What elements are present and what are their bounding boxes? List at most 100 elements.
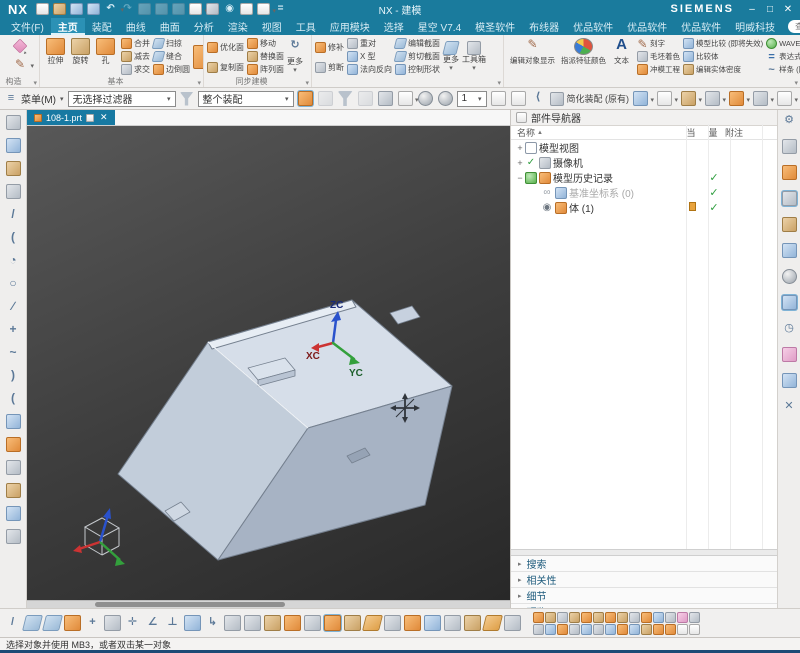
- group-dialog-caret[interactable]: ▾: [33, 79, 37, 87]
- scrollbar-thumb[interactable]: [95, 602, 285, 607]
- ribbon-tab[interactable]: 工具: [289, 18, 323, 35]
- command-eye-icon[interactable]: ◉: [223, 3, 236, 15]
- sketch-curve-icon[interactable]: [13, 58, 27, 72]
- sphere-a-icon[interactable]: [418, 91, 433, 106]
- ribbon-tab[interactable]: 主页: [51, 18, 85, 35]
- optimize-face-button[interactable]: 优化面: [207, 42, 244, 53]
- arc-icon[interactable]: (: [6, 230, 21, 245]
- ribbon-tab[interactable]: 布线器: [522, 18, 566, 35]
- expand-toggle[interactable]: +: [515, 143, 525, 153]
- tree-row[interactable]: 基准坐标系 (0) ✓: [511, 185, 777, 200]
- touch-mode-icon[interactable]: [206, 3, 219, 15]
- select-brush-icon[interactable]: [782, 373, 797, 388]
- open-file-icon[interactable]: [53, 3, 66, 15]
- node-state-icon[interactable]: ✓: [525, 157, 537, 169]
- hole-tool-icon[interactable]: [304, 615, 321, 631]
- ribbon-tab[interactable]: 选择: [377, 18, 411, 35]
- spline-legacy-button[interactable]: ~ 样条 (即将失效): [766, 63, 800, 76]
- feature-color-icon[interactable]: [782, 165, 797, 180]
- solid-cube-icon[interactable]: [378, 91, 393, 106]
- panel-section[interactable]: ▸相关性: [511, 572, 777, 588]
- toolbox-button[interactable]: 工具箱▾: [462, 37, 486, 77]
- sphere-tool-icon[interactable]: [782, 269, 797, 284]
- mirror-curve-icon[interactable]: [6, 506, 21, 521]
- intersect-button[interactable]: 求交: [121, 63, 150, 76]
- ribbon-tab[interactable]: 模圣软件: [468, 18, 522, 35]
- select-highlight-icon[interactable]: [298, 91, 313, 106]
- node-state-icon[interactable]: [525, 172, 537, 184]
- minimize-button[interactable]: –: [744, 4, 760, 15]
- polygon-icon[interactable]: [6, 460, 21, 475]
- horizontal-scrollbar[interactable]: [27, 600, 510, 608]
- boolean-pair-icon[interactable]: [344, 615, 361, 631]
- mini-tool-21[interactable]: [653, 612, 664, 623]
- control-shape-button[interactable]: 控制形状: [395, 63, 440, 76]
- ribbon-tab[interactable]: 文件(F): [4, 18, 51, 35]
- feature-gear-icon[interactable]: [264, 615, 281, 631]
- text-curve-icon[interactable]: [6, 529, 21, 544]
- scope-combo[interactable]: 整个装配▾: [198, 91, 294, 107]
- arc2-icon[interactable]: ): [6, 368, 21, 383]
- tree-row[interactable]: + 模型视图: [511, 140, 777, 155]
- fit-view-icon[interactable]: [657, 91, 672, 106]
- subtract-button[interactable]: 减去: [121, 50, 150, 63]
- ribbon-tab[interactable]: 分析: [187, 18, 221, 35]
- panel-section[interactable]: ▸细节: [511, 588, 777, 604]
- settings-gear-icon[interactable]: ⚙: [782, 113, 797, 128]
- web-browser-icon[interactable]: [782, 295, 797, 310]
- mini-tool-4[interactable]: [545, 624, 556, 635]
- copy-icon[interactable]: [155, 3, 168, 15]
- mini-tool-10[interactable]: [581, 624, 592, 635]
- wave-linker-button[interactable]: WAVE 几何链接器: [766, 37, 800, 50]
- point-line-icon[interactable]: ∕: [6, 299, 21, 314]
- sketch-tool-icon[interactable]: [64, 615, 81, 631]
- sheet-orange-icon[interactable]: [362, 615, 383, 631]
- edit-object-display-button[interactable]: 编辑对象显示: [507, 37, 558, 77]
- pattern-tool-icon[interactable]: [244, 615, 261, 631]
- offset-arrow-icon[interactable]: ↳: [204, 615, 221, 631]
- node-state-icon[interactable]: [525, 142, 537, 154]
- replace-face-button[interactable]: 替换面: [247, 50, 284, 63]
- expand-toggle[interactable]: −: [515, 173, 525, 183]
- display-cube-icon[interactable]: [705, 91, 720, 106]
- search-input[interactable]: [793, 21, 800, 32]
- constraint-gear-icon[interactable]: [753, 91, 768, 106]
- new-file-icon[interactable]: [36, 3, 49, 15]
- ribbon-tab[interactable]: 优品软件: [566, 18, 620, 35]
- save-as-icon[interactable]: [87, 3, 100, 15]
- reorder-icon[interactable]: ↻: [288, 39, 302, 53]
- panel-section[interactable]: ▸搜索: [511, 556, 777, 572]
- ribbon-tab[interactable]: 星空 V7.4: [411, 18, 468, 35]
- mini-tool-22[interactable]: [653, 624, 664, 635]
- patch-button[interactable]: 修补: [315, 42, 344, 53]
- reverse-normal-button[interactable]: 法向反向: [347, 63, 392, 76]
- measure-angle-icon[interactable]: ∠: [144, 615, 161, 631]
- copy-display-icon[interactable]: [240, 3, 253, 15]
- close-part-tab-icon[interactable]: ✕: [100, 112, 108, 123]
- move-rotate-icon[interactable]: [729, 91, 744, 106]
- mini-tool-11[interactable]: [593, 612, 604, 623]
- customize-icon[interactable]: =: [274, 3, 287, 15]
- boss-icon[interactable]: [193, 45, 204, 69]
- color-brush-icon[interactable]: [782, 347, 797, 362]
- paste-object-icon[interactable]: [511, 91, 526, 106]
- clip-section-button[interactable]: 剪切截面: [395, 50, 440, 63]
- node-state-icon[interactable]: [541, 202, 553, 214]
- datum-csys[interactable]: [73, 508, 125, 566]
- unite-button[interactable]: 合并: [121, 37, 150, 50]
- break-button[interactable]: 剪断: [315, 62, 344, 73]
- mini-tool-23[interactable]: [665, 612, 676, 623]
- cut-icon[interactable]: [138, 3, 151, 15]
- mini-tool-15[interactable]: [617, 612, 628, 623]
- mini-tool-24[interactable]: [665, 624, 676, 635]
- unite-tool-icon[interactable]: [224, 615, 241, 631]
- check-cell[interactable]: ✓: [703, 186, 725, 199]
- copy-object-icon[interactable]: [491, 91, 506, 106]
- mini-tool-27[interactable]: [689, 612, 700, 623]
- pyramid-icon[interactable]: [504, 615, 521, 631]
- render-style-icon[interactable]: [633, 91, 648, 106]
- ribbon-tab[interactable]: 视图: [255, 18, 289, 35]
- point-tool-icon[interactable]: +: [84, 615, 101, 631]
- assign-feature-color-button[interactable]: 指派特征颜色: [558, 37, 609, 77]
- mini-tool-2[interactable]: [533, 624, 544, 635]
